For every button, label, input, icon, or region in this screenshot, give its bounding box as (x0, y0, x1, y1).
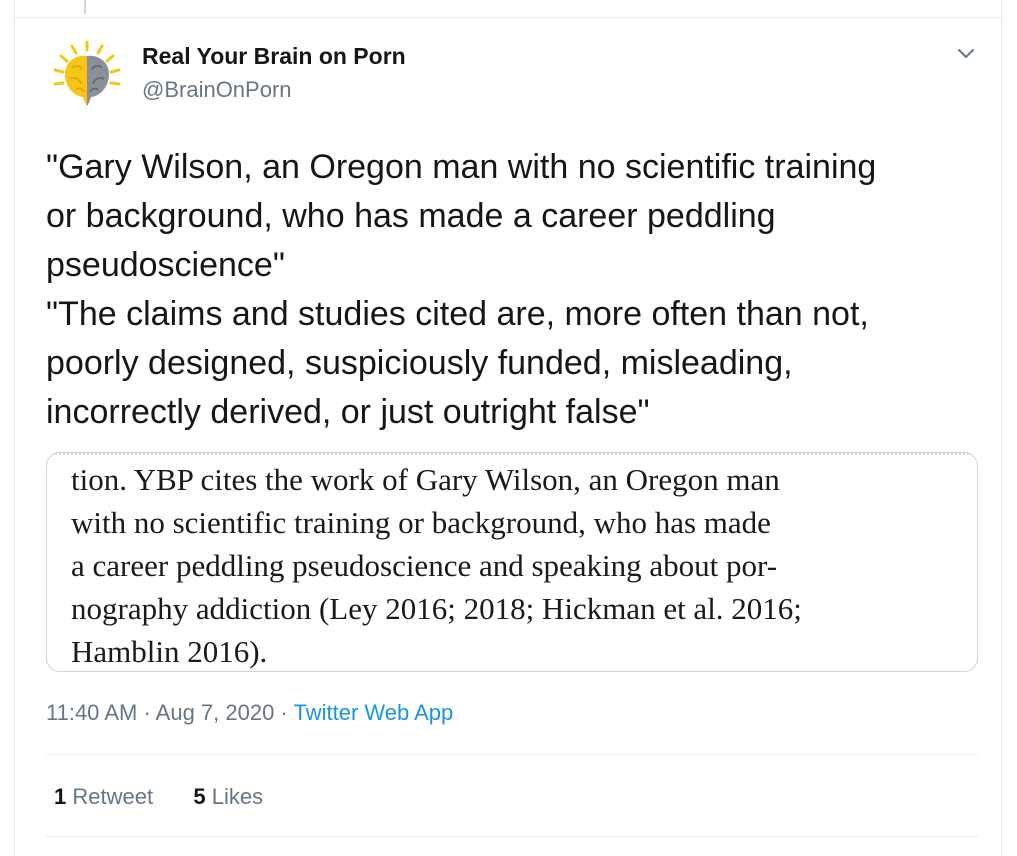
retweets-stat[interactable]: 1 Retweet (54, 784, 153, 809)
tweet-paragraph: "Gary Wilson, an Oregon man with no scie… (46, 148, 877, 284)
brain-sun-logo-icon (53, 40, 121, 106)
tweet-time[interactable]: 11:40 AM (46, 700, 137, 725)
likes-stat[interactable]: 5 Likes (193, 784, 263, 809)
tweet-paragraph: "The claims and studies cited are, more … (46, 295, 869, 431)
tweet-text: "Gary Wilson, an Oregon man with no scie… (46, 143, 996, 437)
tweet-stats: 1 Retweet 5 Likes (54, 784, 263, 810)
tweet-source-link[interactable]: Twitter Web App (294, 700, 454, 725)
stats-divider-bottom (46, 836, 978, 837)
avatar[interactable] (46, 34, 128, 116)
author-display-name[interactable]: Real Your Brain on Porn (142, 43, 406, 70)
excerpt-line: tion. YBP cites the work of Gary Wilson,… (71, 462, 780, 497)
likes-label: Likes (211, 784, 264, 809)
author-handle[interactable]: @BrainOnPorn (142, 77, 292, 103)
attached-image[interactable]: tion. YBP cites the work of Gary Wilson,… (46, 452, 978, 672)
excerpt-line: with no scientific training or backgroun… (71, 505, 771, 540)
excerpt-line: Hamblin 2016). (71, 634, 268, 669)
tweet-meta: 11:40 AM · Aug 7, 2020 · Twitter Web App (46, 700, 453, 726)
retweets-label: Retweet (72, 784, 154, 809)
stats-divider-top (46, 754, 978, 755)
chevron-down-icon[interactable] (953, 42, 979, 64)
meta-separator: · (137, 700, 156, 725)
likes-count: 5 (193, 784, 206, 809)
thread-connector-line (84, 0, 86, 14)
excerpt-line: a career peddling pseudoscience and spea… (71, 548, 778, 583)
top-divider (14, 0, 1002, 18)
image-excerpt-text: tion. YBP cites the work of Gary Wilson,… (71, 458, 976, 671)
tweet-date[interactable]: Aug 7, 2020 (156, 700, 275, 725)
retweets-count: 1 (54, 784, 67, 809)
excerpt-line: nography addiction (Ley 2016; 2018; Hick… (71, 591, 802, 626)
meta-separator: · (274, 700, 294, 725)
